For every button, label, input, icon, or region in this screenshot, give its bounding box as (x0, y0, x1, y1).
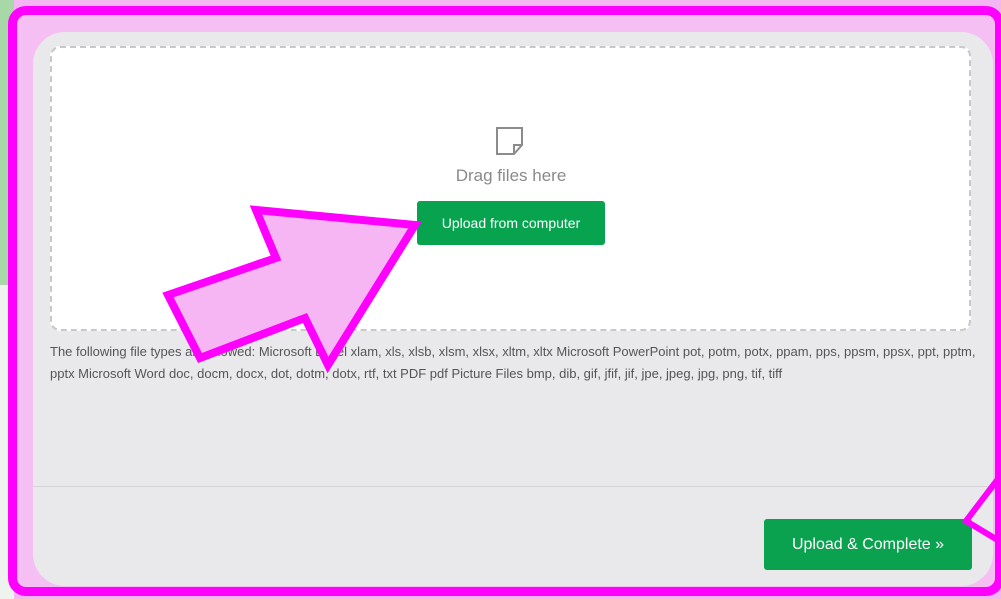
file-icon (496, 127, 523, 155)
upload-complete-button[interactable]: Upload & Complete » (764, 519, 972, 570)
footer-divider (33, 486, 993, 487)
drag-files-text: Drag files here (455, 166, 567, 185)
file-dropzone[interactable] (50, 46, 971, 331)
upload-from-computer-button[interactable]: Upload from computer (417, 201, 605, 245)
allowed-file-types-text: The following file types are allowed: Mi… (50, 344, 976, 381)
